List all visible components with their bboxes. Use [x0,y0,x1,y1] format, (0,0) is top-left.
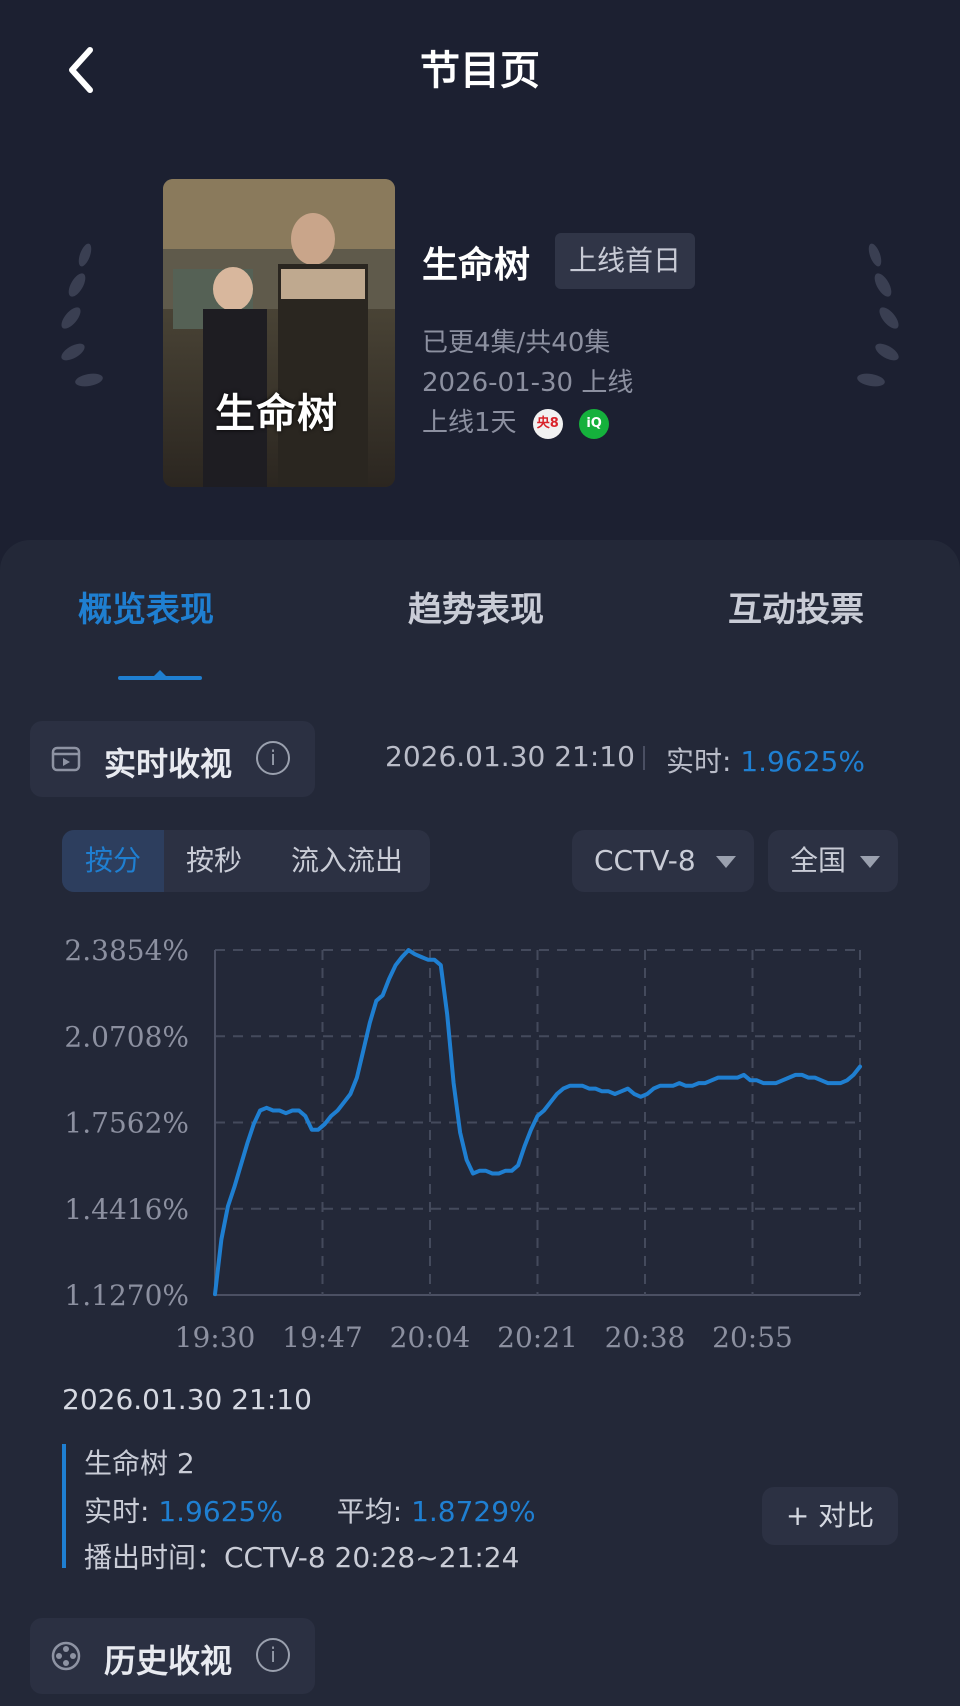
divider [643,746,645,770]
y-tick-label: 1.1270% [64,1279,189,1312]
segment-flow[interactable]: 流入流出 [264,830,430,892]
realtime-rating: 实时: 1.9625% [666,740,865,780]
film-reel-icon [51,1641,81,1671]
region-dropdown[interactable]: 全国 [768,830,898,892]
history-section-header: 历史收视 i [30,1618,315,1694]
history-section-label: 历史收视 [104,1642,233,1680]
granularity-segmented-control: 按分 按秒 流入流出 [62,830,430,892]
laurel-right-icon [857,243,899,387]
program-name: 生命树 2 [84,1447,195,1480]
header: 节目页 [0,0,960,140]
poster-art [163,179,395,487]
online-days: 上线1天 央8 iQ [422,402,610,439]
x-tick-label: 20:21 [497,1321,578,1350]
online-days-label: 上线1天 [422,408,517,438]
realtime-value: 1.9625% [740,745,865,778]
x-tick-label: 19:47 [282,1321,363,1350]
release-date: 2026-01-30 上线 [422,368,634,398]
average-label: 平均: [336,1495,403,1528]
realtime-section-header: 实时收视 i [30,721,315,797]
selected-timestamp: 2026.01.30 21:10 [62,1383,312,1416]
tab-trend[interactable]: 趋势表现 [408,582,544,631]
tab-vote[interactable]: 互动投票 [728,582,864,631]
status-badge: 上线首日 [555,233,696,289]
episode-count: 已更4集/共40集 [422,328,611,358]
poster-title: 生命树 [215,390,338,437]
y-tick-label: 2.3854% [64,934,189,967]
channel-dropdown[interactable]: CCTV-8 [572,830,754,892]
info-icon[interactable]: i [256,741,290,775]
realtime-label: 实时: [84,1495,150,1528]
region-value: 全国 [790,844,847,877]
y-tick-label: 2.0708% [64,1020,189,1053]
x-tick-label: 20:04 [390,1321,471,1350]
show-name: 生命树 [422,245,531,286]
segment-by-minute[interactable]: 按分 [62,830,164,892]
legend-color-bar [62,1444,66,1568]
ratings-line-chart[interactable]: 2.3854% 2.0708% 1.7562% 1.4416% 1.1270% 19:30… [0,910,960,1350]
rating-summary: 实时: 1.9625% 平均: 1.8729% [84,1490,536,1530]
show-hero: 生命树 生命树 上线首日 已更4集/共40集 2026-01-30 上线 上线1… [0,160,960,500]
x-tick-label: 19:30 [175,1321,256,1350]
caret-down-icon [716,856,736,868]
channel-value: CCTV-8 [594,844,696,877]
info-icon[interactable]: i [256,1638,290,1672]
iqiyi-logo-icon[interactable]: iQ [579,408,610,439]
laurel-left-icon [61,243,103,387]
show-poster[interactable]: 生命树 [163,179,395,487]
x-tick-label: 20:55 [712,1321,793,1350]
tab-overview[interactable]: 概览表现 [78,582,214,631]
airtime: 播出时间：CCTV-8 20:28~21:24 [84,1541,520,1574]
cctv8-logo-icon[interactable]: 央8 [532,408,563,439]
y-tick-label: 1.7562% [64,1107,189,1140]
realtime-label: 实时: [666,745,732,778]
selected-realtime-value: 1.9625% [158,1495,283,1528]
tab-indicator [118,670,202,680]
segment-by-second[interactable]: 按秒 [164,830,264,892]
compare-button[interactable]: + 对比 [762,1487,898,1545]
video-icon [51,746,81,772]
realtime-section-label: 实时收视 [104,745,233,783]
selected-average-value: 1.8729% [411,1495,536,1528]
x-tick-label: 20:38 [605,1321,686,1350]
caret-down-icon [860,856,880,868]
y-tick-label: 1.4416% [64,1193,189,1226]
realtime-timestamp: 2026.01.30 21:10 [385,740,635,773]
page-title: 节目页 [420,48,540,94]
